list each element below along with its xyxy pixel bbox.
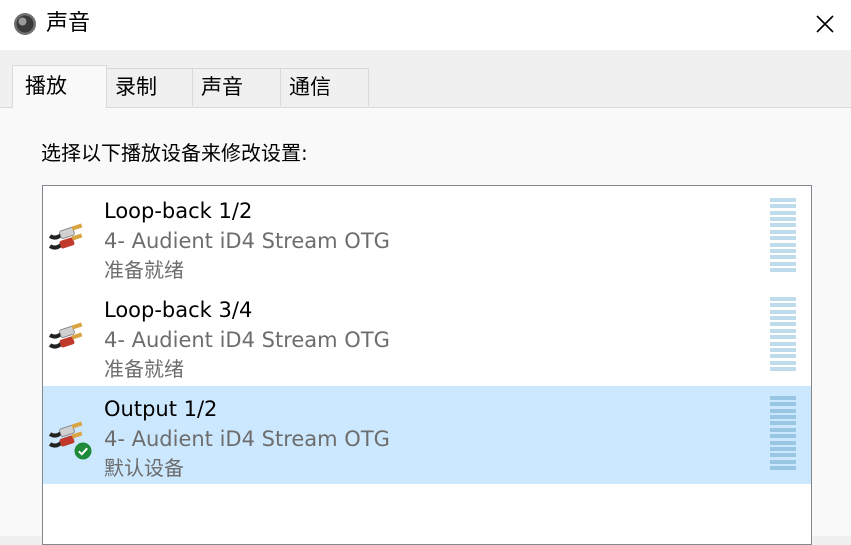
tab-sounds[interactable]: 声音 [192,68,281,106]
close-button[interactable] [799,0,851,48]
device-name: Loop-back 3/4 [104,298,253,322]
level-meter [770,297,796,371]
instruction-text: 选择以下播放设备来修改设置: [41,141,308,165]
tab-recording[interactable]: 录制 [106,68,193,106]
device-item-loopback-3-4[interactable]: Loop-back 3/4 4- Audient iD4 Stream OTG … [43,287,811,385]
device-status: 准备就绪 [104,357,184,381]
device-name: Output 1/2 [104,397,218,421]
tab-strip: 播放 录制 声音 通信 [0,50,851,108]
device-name: Loop-back 1/2 [104,199,253,223]
level-meter [770,396,796,470]
tab-communications[interactable]: 通信 [280,68,369,106]
device-item-output-1-2[interactable]: Output 1/2 4- Audient iD4 Stream OTG 默认设… [43,386,811,484]
close-icon [816,15,834,33]
window-title: 声音 [46,11,91,36]
rca-cable-icon [48,322,83,349]
default-check-icon [74,442,92,460]
device-subtitle: 4- Audient iD4 Stream OTG [104,328,390,352]
device-subtitle: 4- Audient iD4 Stream OTG [104,229,390,253]
speaker-icon [14,13,36,35]
device-list[interactable]: Loop-back 1/2 4- Audient iD4 Stream OTG … [42,185,812,545]
rca-cable-icon [48,223,83,250]
device-status: 准备就绪 [104,258,184,282]
device-item-loopback-1-2[interactable]: Loop-back 1/2 4- Audient iD4 Stream OTG … [43,188,811,286]
playback-panel: 选择以下播放设备来修改设置: Loop-back 1/2 4- Audient … [0,107,851,545]
title-bar: 声音 [0,0,851,50]
level-meter [770,198,796,272]
device-status: 默认设备 [104,456,184,480]
tab-playback[interactable]: 播放 [12,65,107,108]
device-subtitle: 4- Audient iD4 Stream OTG [104,427,390,451]
